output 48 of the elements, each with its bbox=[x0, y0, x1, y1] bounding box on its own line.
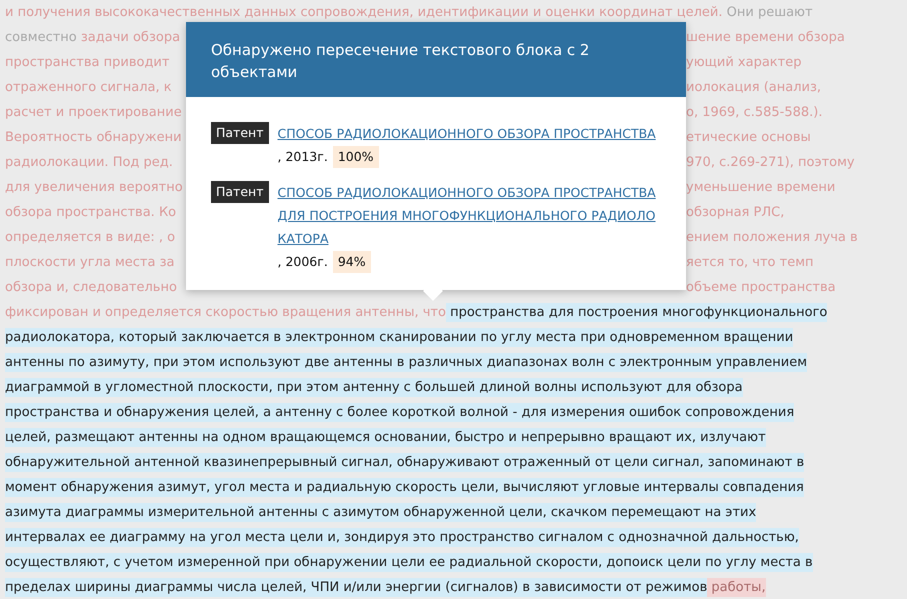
matched-text: обзорная РЛС, bbox=[686, 204, 784, 222]
matched-text: ующий характер bbox=[686, 54, 802, 72]
matched-text: шение времени обзора bbox=[686, 29, 845, 47]
matched-text: 970, с.269-271), поэтому bbox=[686, 154, 855, 172]
highlighted-text: интервалах ее диаграмму на угол места цели и, зондируя это пространство сигналом с однозначной дальностью, bbox=[5, 528, 799, 547]
matched-text: уменьшение времени bbox=[686, 179, 836, 197]
highlighted-text: радиолокатора, который заключается в электронном сканировании по углу места при одновременном вращении bbox=[5, 328, 794, 347]
document-text: совместно bbox=[5, 29, 77, 47]
matched-text: яется то, что темп bbox=[686, 254, 814, 272]
highlighted-text: обнаружительной антенной квазинепрерывный сигнал, обнаруживают отраженный от цели сигнал, запоминают в bbox=[5, 453, 804, 472]
highlighted-text: пространства для построения многофункционального bbox=[446, 303, 828, 322]
matched-text: пространства приводит bbox=[5, 54, 170, 72]
matched-text: ением положения луча в bbox=[686, 229, 858, 247]
patent-tag: Патент bbox=[211, 122, 268, 144]
matched-text: етические основы bbox=[686, 129, 811, 147]
patent-link[interactable]: СПОСОБ РАДИОЛОКАЦИОННОГО ОБЗОРА ПРОСТРАНСТВА bbox=[278, 122, 656, 145]
matched-text: обзора пространства. Ко bbox=[5, 204, 176, 222]
matched-text: расчет и проектирование bbox=[5, 104, 182, 122]
matched-text: плоскости угла места за bbox=[5, 254, 174, 272]
popup-title: Обнаружено пересечение текстового блока с 2 объектами bbox=[211, 40, 590, 83]
matched-text: Вероятность обнаружени bbox=[5, 129, 182, 147]
match-percent: 100% bbox=[332, 146, 379, 168]
highlighted-text: осуществляют, с учетом измеренной при обнаружении цели ее радиальной скорости, допоиск цели по углу места в bbox=[5, 553, 813, 572]
highlighted-text: пространства и обнаружения целей, а антенну с более короткой волной - для измерения ошибок сопровождения bbox=[5, 403, 794, 422]
matched-text: задачи обзора bbox=[80, 29, 180, 47]
highlighted-text: целей, размещают антенны на одном вращающемся основании, быстро и непрерывно вращают их, излучают bbox=[5, 428, 766, 447]
highlighted-text: пределах ширины диаграммы числа целей, ЧПИ и/или энергии (сигналов) в зависимости от режимов bbox=[5, 578, 708, 597]
highlighted-text: диаграммой в угломестной плоскости, при этом антенну с большей длиной волны используют для обзора bbox=[5, 378, 743, 397]
matched-text: определяется в виде: , о bbox=[5, 229, 176, 247]
matched-text: радиолокации. Под ред. bbox=[5, 154, 173, 172]
highlighted-text: антенны по азимуту, при этом используют две антенны в различных диапазонах волн с электронным управлением bbox=[5, 353, 808, 372]
matched-text: о, 1969, с.585-588.). bbox=[686, 104, 822, 122]
patent-link[interactable]: СПОСОБ РАДИОЛОКАЦИОННОГО ОБЗОРА ПРОСТРАНСТВА ДЛЯ ПОСТРОЕНИЯ МНОГОФУНКЦИОНАЛЬНОГО РАДИОЛОКАТОРА bbox=[278, 181, 661, 250]
matched-text: для увеличения вероятно bbox=[5, 179, 183, 197]
matched-text: объеме пространства bbox=[686, 279, 836, 297]
patent-year: , 2013г. bbox=[278, 148, 328, 166]
highlighted-text: момент обнаружения азимут, угол места и радиальную скорость цели, вычисляют угловые интервалы совпадения bbox=[5, 478, 804, 497]
matched-text: обзора и, следовательно bbox=[5, 279, 177, 297]
patent-tag: Патент bbox=[211, 181, 268, 203]
patent-year: , 2006г. bbox=[278, 253, 328, 271]
document-text: Они решают bbox=[726, 4, 813, 22]
matched-text: иолокация (анализ, bbox=[686, 79, 822, 97]
matched-text: и получения высококачественных данных сопровождения, идентификации и оценки координат целей. bbox=[5, 4, 722, 22]
match-percent: 94% bbox=[332, 250, 371, 272]
highlighted-text: азимута диаграммы измерительной антенны с азимутом обнаруженной цели, скачком перемещают на этих bbox=[5, 503, 756, 522]
marked-text: работы, bbox=[707, 578, 766, 597]
matched-text: фиксирован и определяется скоростью вращения антенны, что bbox=[5, 304, 446, 322]
matched-text: отраженного сигнала, к bbox=[5, 79, 172, 97]
